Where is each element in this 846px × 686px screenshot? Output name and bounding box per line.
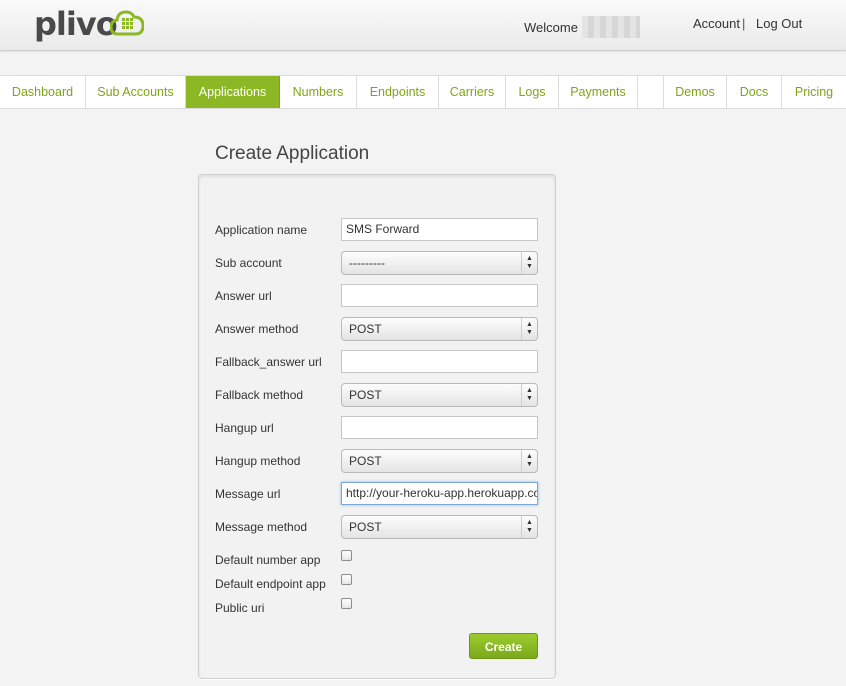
answer-method-select[interactable]: POST ▲ ▼ [341,317,538,341]
message-url-input[interactable]: http://your-heroku-app.herokuapp.com [341,482,538,505]
top-header: plivo Welcome Account | Log Out [0,0,846,51]
logout-link[interactable]: Log Out [756,16,802,31]
select-arrows-icon: ▲ ▼ [521,516,537,538]
app-name-input[interactable]: SMS Forward [341,218,538,241]
select-arrows-icon: ▲ ▼ [521,252,537,274]
logo-text: plivo [34,5,118,43]
fallback-method-select[interactable]: POST ▲ ▼ [341,383,538,407]
sub-account-select[interactable]: --------- ▲ ▼ [341,251,538,275]
sub-account-label: Sub account [215,256,282,270]
answer-method-label: Answer method [215,322,299,336]
fallback-method-label: Fallback method [215,388,304,402]
default-number-app-label: Default number app [215,553,321,567]
message-url-label: Message url [215,487,281,501]
fallback-url-label: Fallback_answer url [215,355,322,369]
nav-logs[interactable]: Logs [506,76,559,108]
hangup-method-select[interactable]: POST ▲ ▼ [341,449,538,473]
hangup-method-label: Hangup method [215,454,301,468]
message-method-label: Message method [215,520,308,534]
answer-url-label: Answer url [215,289,272,303]
public-uri-label: Public uri [215,601,265,615]
hangup-method-value: POST [349,454,382,468]
answer-url-input[interactable] [341,284,538,307]
message-method-value: POST [349,520,382,534]
default-number-app-checkbox[interactable] [341,550,352,561]
select-arrows-icon: ▲ ▼ [521,450,537,472]
nav-pricing[interactable]: Pricing [782,76,846,108]
welcome-message: Welcome [524,16,640,38]
nav-carriers[interactable]: Carriers [439,76,506,108]
nav-demos[interactable]: Demos [664,76,727,108]
redacted-username [581,16,640,38]
answer-method-value: POST [349,322,382,336]
nav-dashboard[interactable]: Dashboard [0,76,86,108]
account-separator: | [741,16,746,31]
hangup-url-input[interactable] [341,416,538,439]
hangup-url-label: Hangup url [215,421,274,435]
select-arrows-icon: ▲ ▼ [521,318,537,340]
sub-account-value: --------- [349,256,385,270]
nav-docs[interactable]: Docs [727,76,782,108]
account-link-wrap: Account | [693,16,745,31]
nav-numbers[interactable]: Numbers [280,76,357,108]
nav-spacer [638,76,664,108]
create-button[interactable]: Create [469,633,538,659]
nav-applications[interactable]: Applications [186,76,280,108]
message-method-select[interactable]: POST ▲ ▼ [341,515,538,539]
select-arrows-icon: ▲ ▼ [521,384,537,406]
app-name-label: Application name [215,223,308,237]
fallback-method-value: POST [349,388,382,402]
nav-sub-accounts[interactable]: Sub Accounts [86,76,186,108]
public-uri-checkbox[interactable] [341,598,352,609]
default-endpoint-app-checkbox[interactable] [341,574,352,585]
page-title: Create Application [215,143,370,164]
main-nav: Dashboard Sub Accounts Applications Numb… [0,75,846,109]
account-link[interactable]: Account [693,16,740,31]
default-endpoint-app-label: Default endpoint app [215,577,326,591]
welcome-label: Welcome [524,20,578,35]
cloud-grid-icon [110,10,144,36]
nav-payments[interactable]: Payments [559,76,638,108]
nav-endpoints[interactable]: Endpoints [357,76,439,108]
fallback-url-input[interactable] [341,350,538,373]
